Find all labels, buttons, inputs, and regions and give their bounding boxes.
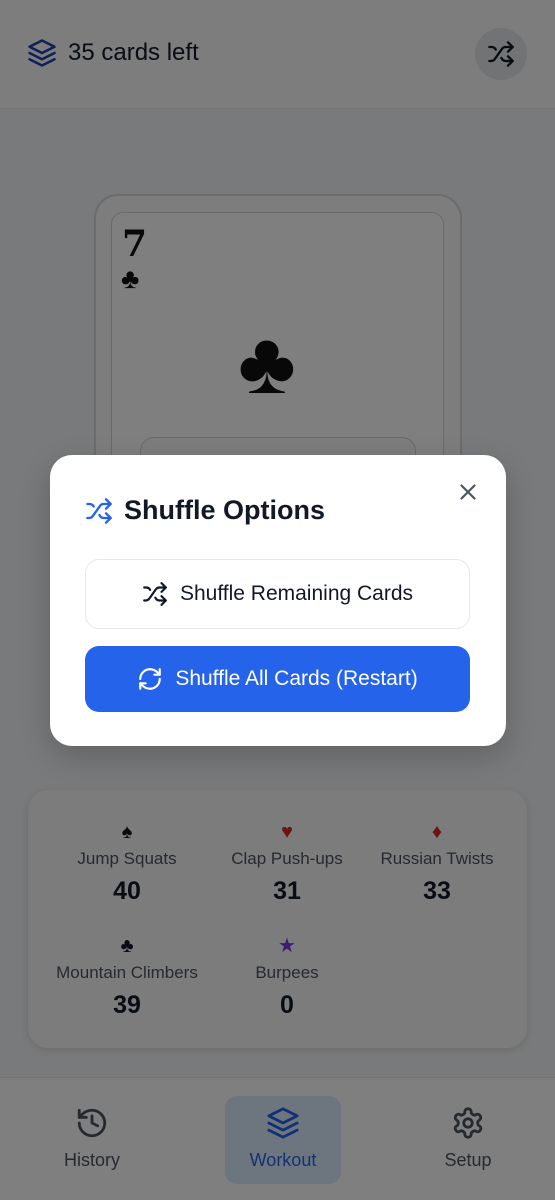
shuffle-all-label: Shuffle All Cards (Restart) [175,667,418,690]
shuffle-remaining-label: Shuffle Remaining Cards [179,582,414,605]
shuffle-remaining-button[interactable]: Shuffle Remaining Cards [85,559,470,629]
shuffle-icon [86,498,112,524]
refresh-icon [139,668,162,690]
shuffle-all-button[interactable]: Shuffle All Cards (Restart) [85,646,470,712]
close-icon[interactable] [455,479,481,505]
shuffle-options-dialog: Shuffle Options Shuffle Remaining Cards … [50,455,506,746]
dialog-title: Shuffle Options [124,495,325,525]
shuffle-icon [143,582,167,606]
